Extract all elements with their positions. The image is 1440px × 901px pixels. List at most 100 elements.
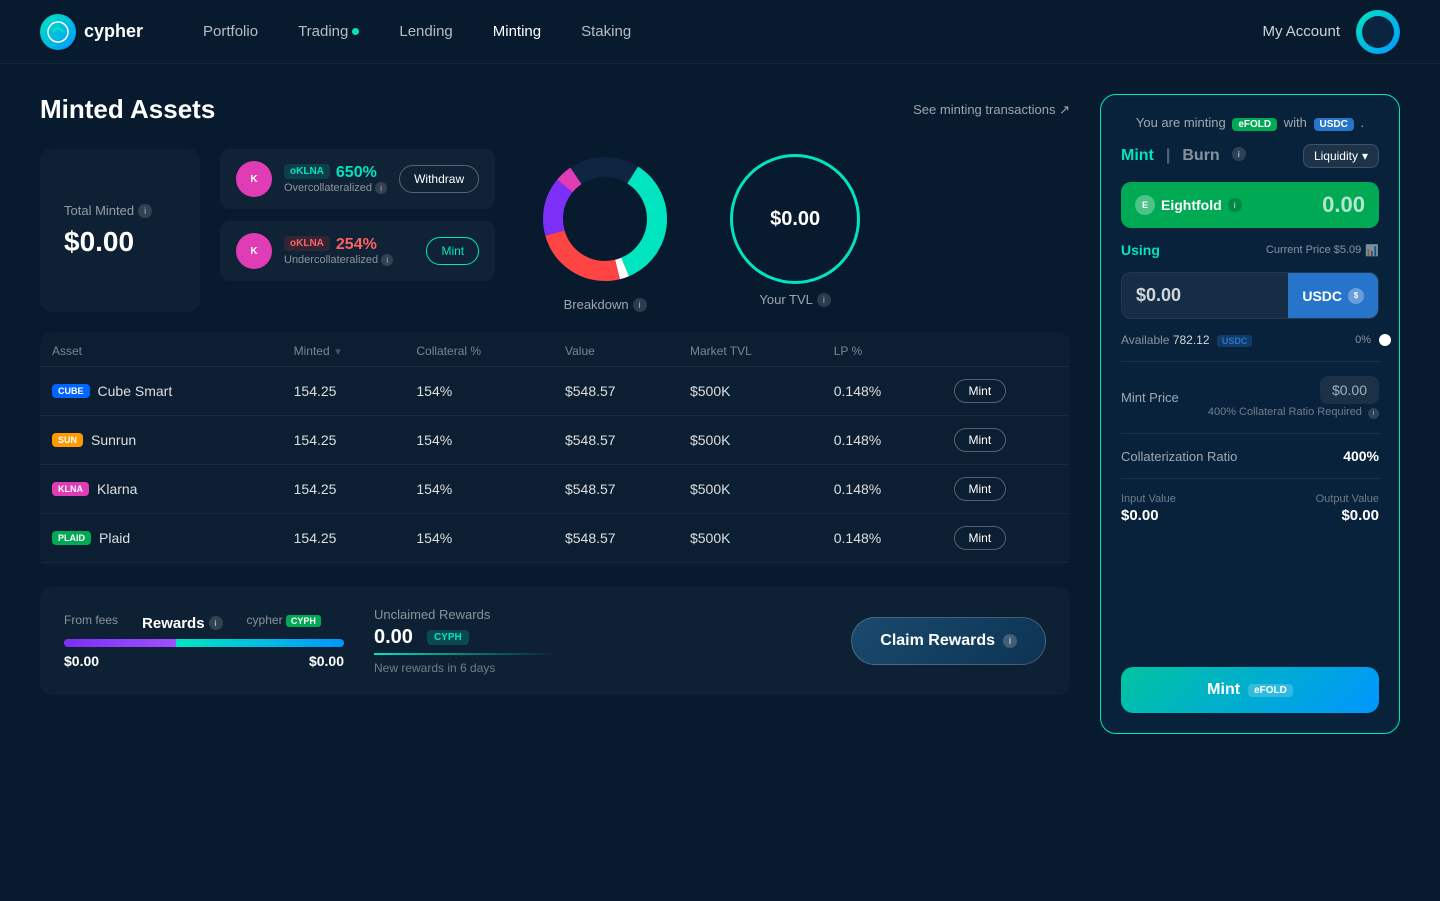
bar-cypher: [176, 639, 344, 647]
withdraw-button[interactable]: Withdraw: [399, 165, 479, 193]
liquidity-select[interactable]: Liquidity ▾: [1303, 144, 1379, 168]
nav-links: Portfolio Trading Lending Minting Stakin…: [203, 23, 1262, 40]
main-content: Minted Assets See minting transactions ↗…: [0, 64, 1440, 764]
chart-info[interactable]: i: [633, 298, 647, 312]
coll-tag-1: oKLNA: [284, 164, 330, 179]
usdc-selector[interactable]: USDC $: [1288, 273, 1378, 318]
coll-info-1: oKLNA 650% Overcollateralized i: [284, 164, 387, 195]
io-row: Input Value $0.00 Output Value $0.00: [1121, 493, 1379, 524]
trading-dot: [352, 28, 359, 35]
asset-badge: CUBE: [52, 384, 90, 398]
using-label: Using: [1121, 242, 1160, 258]
collateral-cell: 154%: [404, 514, 553, 563]
logo[interactable]: cypher: [40, 14, 143, 50]
output-value-item: Output Value $0.00: [1316, 493, 1379, 524]
from-fees-label: From fees: [64, 613, 118, 627]
value-cell: $548.57: [553, 514, 678, 563]
mint-button-card[interactable]: Mint: [426, 237, 479, 265]
collateral-cards: K oKLNA 650% Overcollateralized i: [220, 149, 495, 312]
claim-info: i: [1003, 634, 1017, 648]
mint-row-button[interactable]: Mint: [954, 428, 1007, 452]
mint-row-button[interactable]: Mint: [954, 477, 1007, 501]
lp-pct-cell: 0.148%: [822, 416, 942, 465]
usdc-badge: USDC: [1314, 118, 1354, 131]
eightfold-icon: E: [1135, 195, 1155, 215]
mint-price-row: Mint Price $0.00 400% Collateral Ratio R…: [1121, 376, 1379, 419]
asset-info[interactable]: i: [1228, 198, 1242, 212]
avatar-inner: [1362, 16, 1394, 48]
asset-name-cell: PLAID Plaid: [52, 530, 270, 546]
divider-1: [1121, 361, 1379, 362]
bar-from-fees: [64, 639, 176, 647]
from-fees-value: $0.00: [64, 653, 99, 669]
coll-status-1: Overcollateralized i: [284, 182, 387, 195]
avatar[interactable]: [1356, 10, 1400, 54]
coll-status-info-2[interactable]: i: [381, 254, 393, 266]
divider-3: [1121, 478, 1379, 479]
coll-ratio-row: Collaterization Ratio 400%: [1121, 448, 1379, 464]
unclaimed-underline: [374, 653, 554, 655]
coll-info-2: oKLNA 254% Undercollateralized i: [284, 236, 414, 267]
logo-icon: [40, 14, 76, 50]
unclaimed-row: 0.00 CYPH: [374, 626, 821, 649]
nav-lending[interactable]: Lending: [399, 23, 452, 40]
table-row: KLNA Klarna 154.25 154% $548.57 $500K 0.…: [40, 465, 1070, 514]
see-transactions-link[interactable]: See minting transactions ↗: [913, 102, 1070, 118]
usdc-amount-input[interactable]: $0.00: [1122, 273, 1288, 318]
col-lp: LP %: [822, 336, 942, 367]
assets-table-container: Asset Minted ▼ Collateral % Value Market…: [40, 332, 1070, 567]
efold-badge: eFOLD: [1232, 118, 1277, 131]
slider-thumb[interactable]: [1379, 334, 1391, 346]
asset-badge: SUN: [52, 433, 83, 447]
asset-name-text: Sunrun: [91, 432, 136, 448]
market-tvl-cell: $500K: [678, 416, 822, 465]
coll-pct-1: 650%: [336, 164, 377, 182]
nav-minting[interactable]: Minting: [493, 23, 541, 40]
current-price: Current Price $5.09 📊: [1266, 244, 1379, 257]
collateral-req-info[interactable]: i: [1368, 408, 1379, 419]
output-value-label: Output Value: [1316, 493, 1379, 505]
tab-burn[interactable]: Burn: [1182, 147, 1219, 165]
input-value-item: Input Value $0.00: [1121, 493, 1176, 524]
unclaimed-section: Unclaimed Rewards 0.00 CYPH New rewards …: [374, 607, 821, 675]
minting-info: You are minting eFOLD with USDC .: [1121, 115, 1379, 130]
col-action: [942, 336, 1070, 367]
collateral-card-overcollateralized: K oKLNA 650% Overcollateralized i: [220, 149, 495, 209]
cyph-tag: CYPH: [286, 615, 321, 627]
mint-action-button[interactable]: Mint eFOLD: [1121, 667, 1379, 713]
rewards-bar-track: [64, 639, 344, 647]
my-account-link[interactable]: My Account: [1262, 23, 1340, 40]
nav-trading[interactable]: Trading: [298, 23, 359, 40]
rewards-values: $0.00 $0.00: [64, 653, 344, 669]
nav-portfolio[interactable]: Portfolio: [203, 23, 258, 40]
assets-table: Asset Minted ▼ Collateral % Value Market…: [40, 336, 1070, 563]
donut-chart: [535, 149, 675, 289]
asset-badge: PLAID: [52, 531, 91, 545]
mint-burn-tabs: Mint | Burn i: [1121, 147, 1246, 165]
available-row: Available 782.12 USDC 0%: [1121, 333, 1379, 347]
coll-status-info-1[interactable]: i: [375, 182, 387, 194]
available-value: 782.12: [1173, 333, 1210, 347]
asset-select[interactable]: E Eightfold i: [1135, 195, 1242, 215]
klarna-logo-2: K: [236, 233, 272, 269]
asset-name-cell: CUBE Cube Smart: [52, 383, 270, 399]
col-minted[interactable]: Minted ▼: [282, 336, 405, 367]
tvl-info[interactable]: i: [817, 293, 831, 307]
col-collateral: Collateral %: [404, 336, 553, 367]
tab-mint[interactable]: Mint: [1121, 147, 1154, 165]
cypher-badge-label: cypher: [247, 613, 283, 627]
nav-right: My Account: [1262, 10, 1400, 54]
mint-row-button[interactable]: Mint: [954, 379, 1007, 403]
logo-text: cypher: [84, 21, 143, 42]
page-header: Minted Assets See minting transactions ↗: [40, 94, 1070, 125]
rewards-info[interactable]: i: [209, 616, 223, 630]
claim-rewards-button[interactable]: Claim Rewards i: [851, 617, 1046, 665]
mint-row-button[interactable]: Mint: [954, 526, 1007, 550]
collateral-cell: 154%: [404, 465, 553, 514]
nav-staking[interactable]: Staking: [581, 23, 631, 40]
market-tvl-cell: $500K: [678, 367, 822, 416]
amount-input[interactable]: 0.00: [1322, 192, 1365, 218]
total-minted-info[interactable]: i: [138, 204, 152, 218]
mint-price-label: Mint Price: [1121, 390, 1179, 405]
burn-info[interactable]: i: [1232, 147, 1246, 161]
